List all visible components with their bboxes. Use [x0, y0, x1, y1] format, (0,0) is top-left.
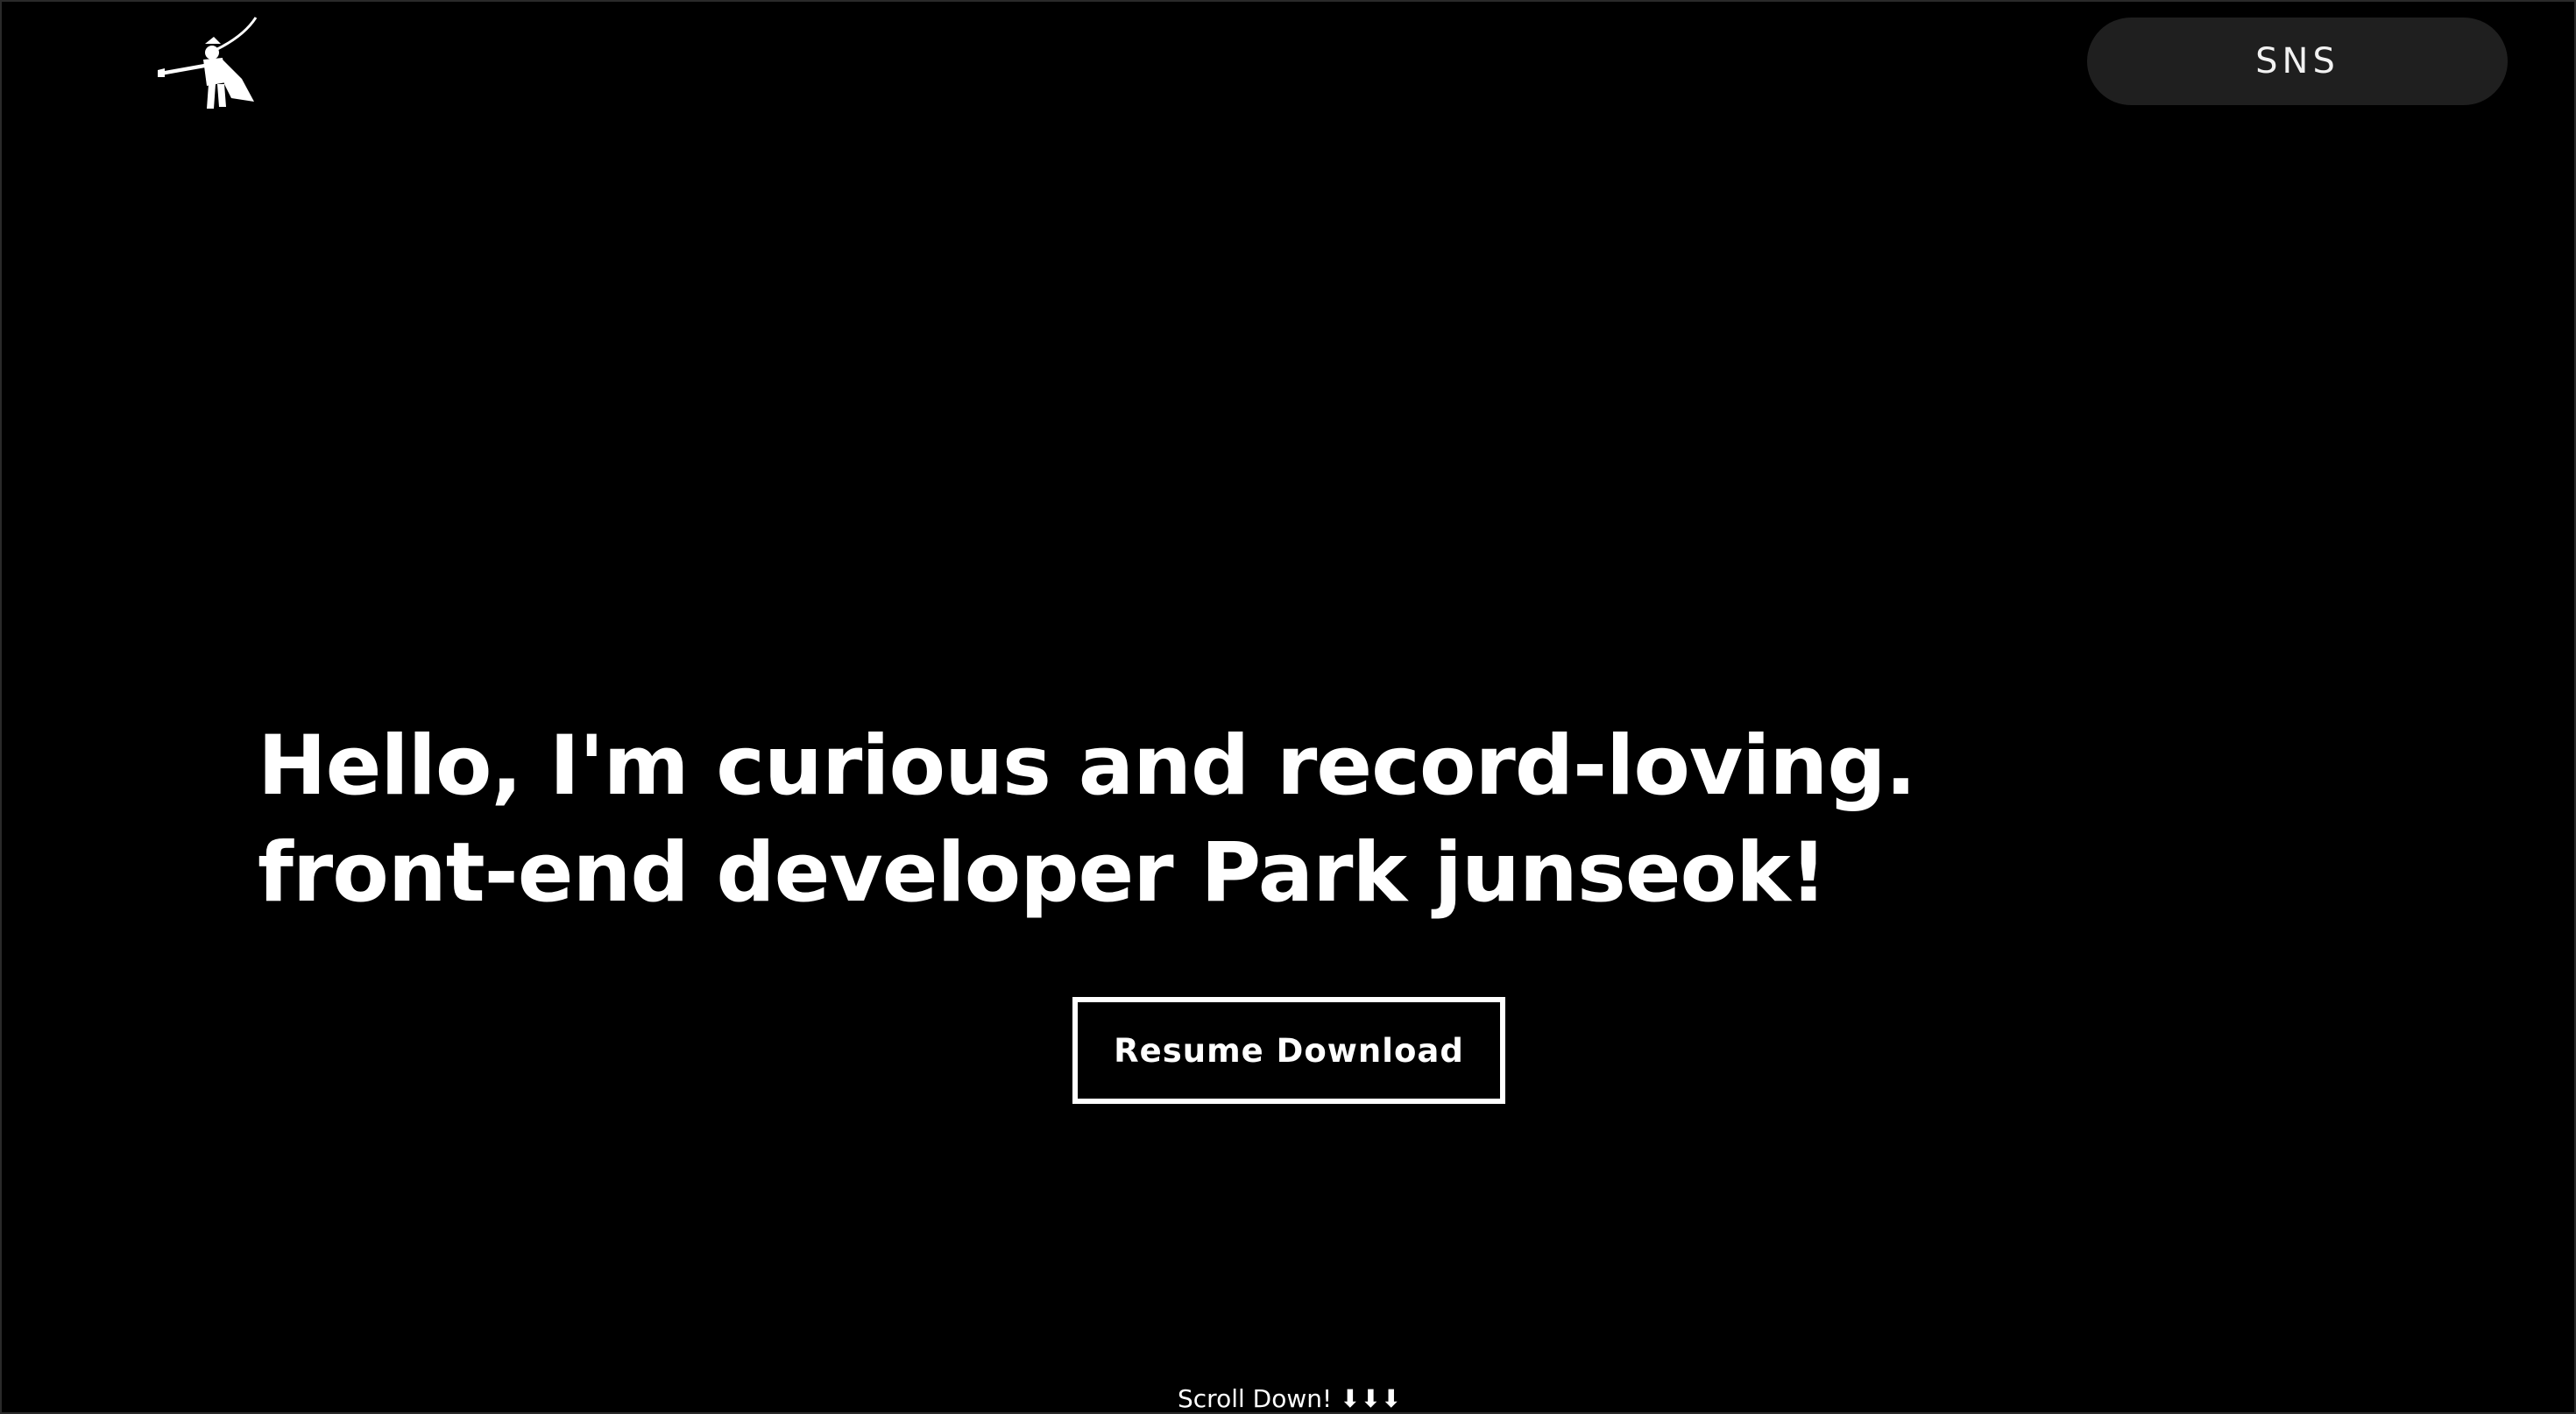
headline-line-2: front-end developer Park junseok!	[258, 825, 1828, 921]
sns-button[interactable]: SNS	[2087, 18, 2508, 105]
trumpeter-logo-icon[interactable]	[156, 14, 261, 110]
headline-line-1: Hello, I'm curious and record-loving.	[258, 718, 1916, 814]
scroll-down-hint: Scroll Down! ⬇⬇⬇	[1178, 1384, 1402, 1413]
page-frame: SNS Hello, I'm curious and record-loving…	[0, 0, 2576, 1414]
hero-headline: Hello, I'm curious and record-loving. fr…	[258, 713, 2185, 927]
resume-download-button[interactable]: Resume Download	[1072, 997, 1505, 1104]
